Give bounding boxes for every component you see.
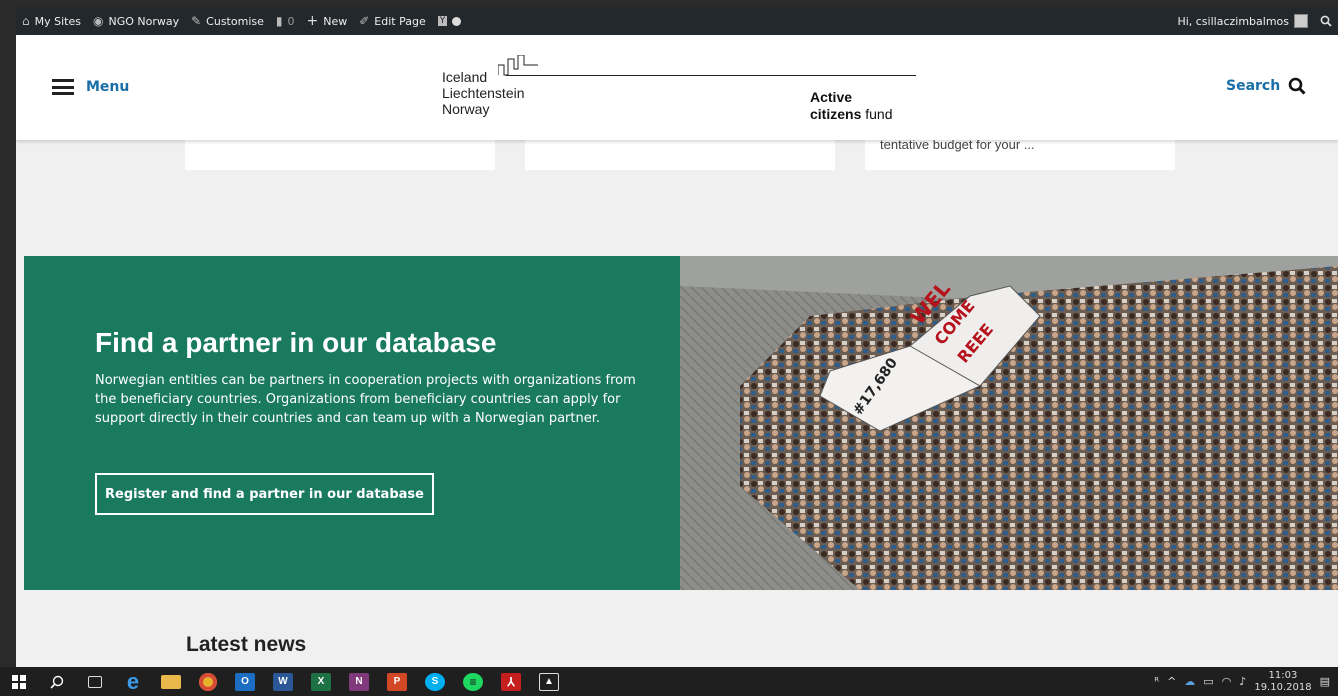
- adminbar-search[interactable]: [1314, 7, 1338, 35]
- greeting-label: Hi, csillaczimbalmos: [1177, 14, 1289, 28]
- comments-link[interactable]: ▮ 0: [270, 7, 301, 35]
- search-button[interactable]: Search: [1226, 77, 1306, 95]
- onedrive-icon[interactable]: ☁: [1184, 675, 1195, 688]
- menu-label: Menu: [86, 79, 130, 95]
- logo-country: Liechtenstein: [442, 85, 525, 101]
- system-clock[interactable]: 11:03 19.10.2018: [1254, 670, 1311, 694]
- latest-news-heading: Latest news: [186, 633, 307, 656]
- onenote-icon[interactable]: N: [349, 672, 369, 691]
- wordpress-icon: ⌂: [22, 14, 30, 28]
- new-label: New: [323, 14, 348, 28]
- site-header: Menu Iceland Liechtenstein Norway Active…: [16, 35, 1338, 140]
- partner-title: Find a partner in our database: [95, 327, 497, 358]
- site-name-label: NGO Norway: [108, 14, 180, 28]
- clock-time: 11:03: [1268, 669, 1298, 681]
- skype-icon[interactable]: S: [425, 672, 445, 691]
- file-explorer-icon[interactable]: [161, 674, 181, 689]
- crowd-photo-image: WEL COME REEE #17,680: [680, 256, 1338, 590]
- search-icon[interactable]: [47, 673, 67, 691]
- hamburger-icon: [52, 79, 74, 95]
- plus-icon: +: [306, 13, 319, 29]
- partner-description: Norwegian entities can be partners in co…: [95, 373, 636, 426]
- site-name-menu[interactable]: ◉ NGO Norway: [87, 7, 185, 35]
- avatar: [1294, 14, 1308, 28]
- register-partner-button[interactable]: Register and find a partner in our datab…: [95, 473, 434, 515]
- logo-line: [506, 75, 916, 76]
- seo-menu[interactable]: Y: [432, 7, 468, 35]
- edge-icon[interactable]: e: [123, 669, 143, 694]
- acrobat-icon[interactable]: ⅄: [501, 672, 521, 691]
- logo-fund-line1: Active: [810, 89, 853, 105]
- logo-skyline-icon: [498, 55, 538, 76]
- chrome-icon[interactable]: [199, 672, 217, 691]
- excel-icon[interactable]: X: [311, 672, 331, 691]
- customise-link[interactable]: ✎ Customise: [185, 7, 270, 35]
- clock-date: 19.10.2018: [1254, 681, 1312, 693]
- seo-status-dot: [452, 16, 462, 26]
- my-sites-menu[interactable]: ⌂ My Sites: [16, 7, 87, 35]
- powerpoint-icon[interactable]: P: [387, 672, 407, 691]
- site-logo[interactable]: Iceland Liechtenstein Norway Active citi…: [436, 55, 916, 129]
- photos-icon[interactable]: ▲: [539, 672, 559, 691]
- spotify-icon[interactable]: ≡: [463, 672, 483, 691]
- search-icon: [1288, 77, 1306, 95]
- my-sites-label: My Sites: [34, 14, 81, 28]
- brush-icon: ✎: [191, 14, 202, 28]
- menu-button[interactable]: Menu: [52, 79, 129, 95]
- battery-icon[interactable]: ▭: [1203, 675, 1213, 688]
- comment-icon: ▮: [275, 14, 283, 28]
- comments-count: 0: [287, 14, 295, 28]
- logo-fund-name: Active citizens fund: [810, 89, 893, 123]
- volume-icon[interactable]: ♪: [1239, 675, 1246, 688]
- page-content: tentative budget for your ... Menu Icela…: [16, 35, 1338, 667]
- windows-start-icon[interactable]: [9, 673, 29, 691]
- yoast-icon: Y: [437, 16, 448, 26]
- partner-panel: Find a partner in our database Norwegian…: [24, 256, 680, 590]
- system-tray: ᴿ ^ ☁ ▭ ◠ ♪ 11:03 19.10.2018 ▤: [1154, 670, 1338, 694]
- logo-fund-suffix: fund: [861, 106, 893, 122]
- edit-page-label: Edit Page: [374, 14, 426, 28]
- word-icon[interactable]: W: [273, 672, 293, 691]
- notifications-icon[interactable]: ▤: [1320, 675, 1330, 688]
- account-menu[interactable]: Hi, csillaczimbalmos: [1171, 7, 1314, 35]
- new-content-menu[interactable]: + New: [300, 7, 353, 35]
- chevron-up-icon[interactable]: ^: [1167, 675, 1176, 688]
- task-view-icon[interactable]: [88, 675, 102, 688]
- windows-taskbar: e O W X N P S ≡ ⅄ ▲ ᴿ ^ ☁ ▭ ◠ ♪ 11:03 19…: [0, 667, 1338, 696]
- people-icon[interactable]: ᴿ: [1154, 675, 1159, 688]
- logo-fund-bold: citizens: [810, 106, 862, 122]
- customise-label: Customise: [206, 14, 264, 28]
- home-icon: ◉: [92, 14, 104, 28]
- search-label: Search: [1226, 78, 1281, 94]
- outlook-icon[interactable]: O: [235, 672, 255, 691]
- partner-section: Find a partner in our database Norwegian…: [24, 256, 1338, 590]
- wp-admin-bar: ⌂ My Sites ◉ NGO Norway ✎ Customise ▮ 0 …: [16, 7, 1338, 35]
- search-icon: [1320, 15, 1332, 27]
- edit-page-link[interactable]: ✐ Edit Page: [353, 7, 432, 35]
- crowd-photo: WEL COME REEE #17,680: [680, 256, 1338, 590]
- logo-country: Norway: [442, 101, 490, 117]
- pencil-icon: ✐: [359, 14, 370, 28]
- wifi-icon[interactable]: ◠: [1222, 675, 1232, 688]
